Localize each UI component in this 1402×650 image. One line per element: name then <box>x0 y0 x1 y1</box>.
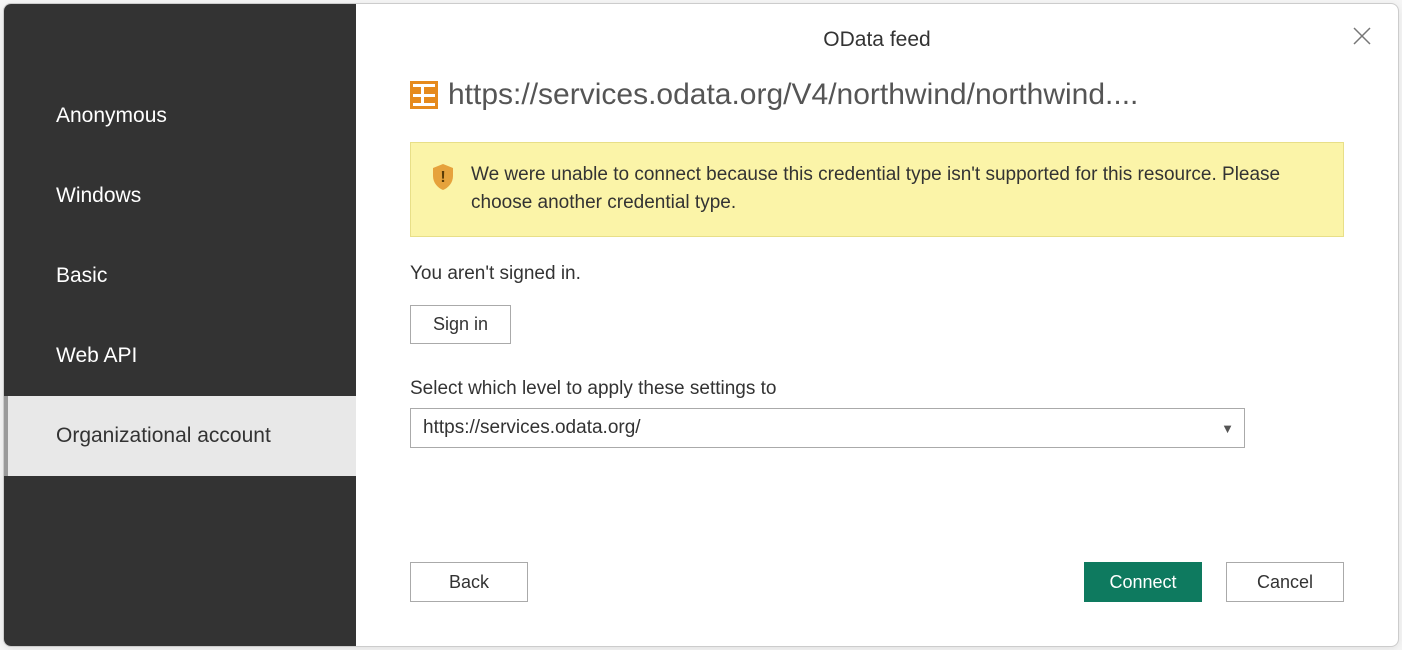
signin-status: You aren't signed in. <box>410 263 1344 285</box>
url-text: https://services.odata.org/V4/northwind/… <box>448 78 1362 112</box>
sidebar-item-organizational[interactable]: Organizational account <box>4 396 356 476</box>
sidebar-item-label: Anonymous <box>56 104 167 128</box>
sidebar-item-basic[interactable]: Basic <box>4 236 356 316</box>
chevron-down-icon: ▼ <box>1221 421 1234 436</box>
sign-in-button[interactable]: Sign in <box>410 305 511 344</box>
back-button[interactable]: Back <box>410 562 528 602</box>
dialog-title: OData feed <box>356 28 1398 52</box>
odata-auth-dialog: Anonymous Windows Basic Web API Organiza… <box>3 3 1399 647</box>
sidebar-item-anonymous[interactable]: Anonymous <box>4 76 356 156</box>
sidebar-item-label: Windows <box>56 184 141 208</box>
sidebar-item-label: Web API <box>56 344 137 368</box>
warning-shield-icon: ! <box>431 163 455 191</box>
connect-button[interactable]: Connect <box>1084 562 1202 602</box>
warning-banner: ! We were unable to connect because this… <box>410 142 1344 237</box>
sidebar-item-label: Basic <box>56 264 107 288</box>
auth-type-sidebar: Anonymous Windows Basic Web API Organiza… <box>4 4 356 646</box>
data-source-icon <box>410 81 438 109</box>
main-pane: OData feed https://services.odata.org/V4… <box>356 4 1398 646</box>
level-label: Select which level to apply these settin… <box>410 378 1344 400</box>
level-select-value: https://services.odata.org/ <box>423 417 641 439</box>
sidebar-item-webapi[interactable]: Web API <box>4 316 356 396</box>
dialog-footer: Back Connect Cancel <box>386 562 1368 602</box>
svg-text:!: ! <box>440 169 445 186</box>
sidebar-item-windows[interactable]: Windows <box>4 156 356 236</box>
level-select[interactable]: https://services.odata.org/ ▼ <box>410 408 1245 448</box>
cancel-button[interactable]: Cancel <box>1226 562 1344 602</box>
footer-right: Connect Cancel <box>1084 562 1344 602</box>
url-heading: https://services.odata.org/V4/northwind/… <box>410 78 1362 112</box>
warning-text: We were unable to connect because this c… <box>471 164 1280 213</box>
sidebar-item-label: Organizational account <box>56 424 271 448</box>
